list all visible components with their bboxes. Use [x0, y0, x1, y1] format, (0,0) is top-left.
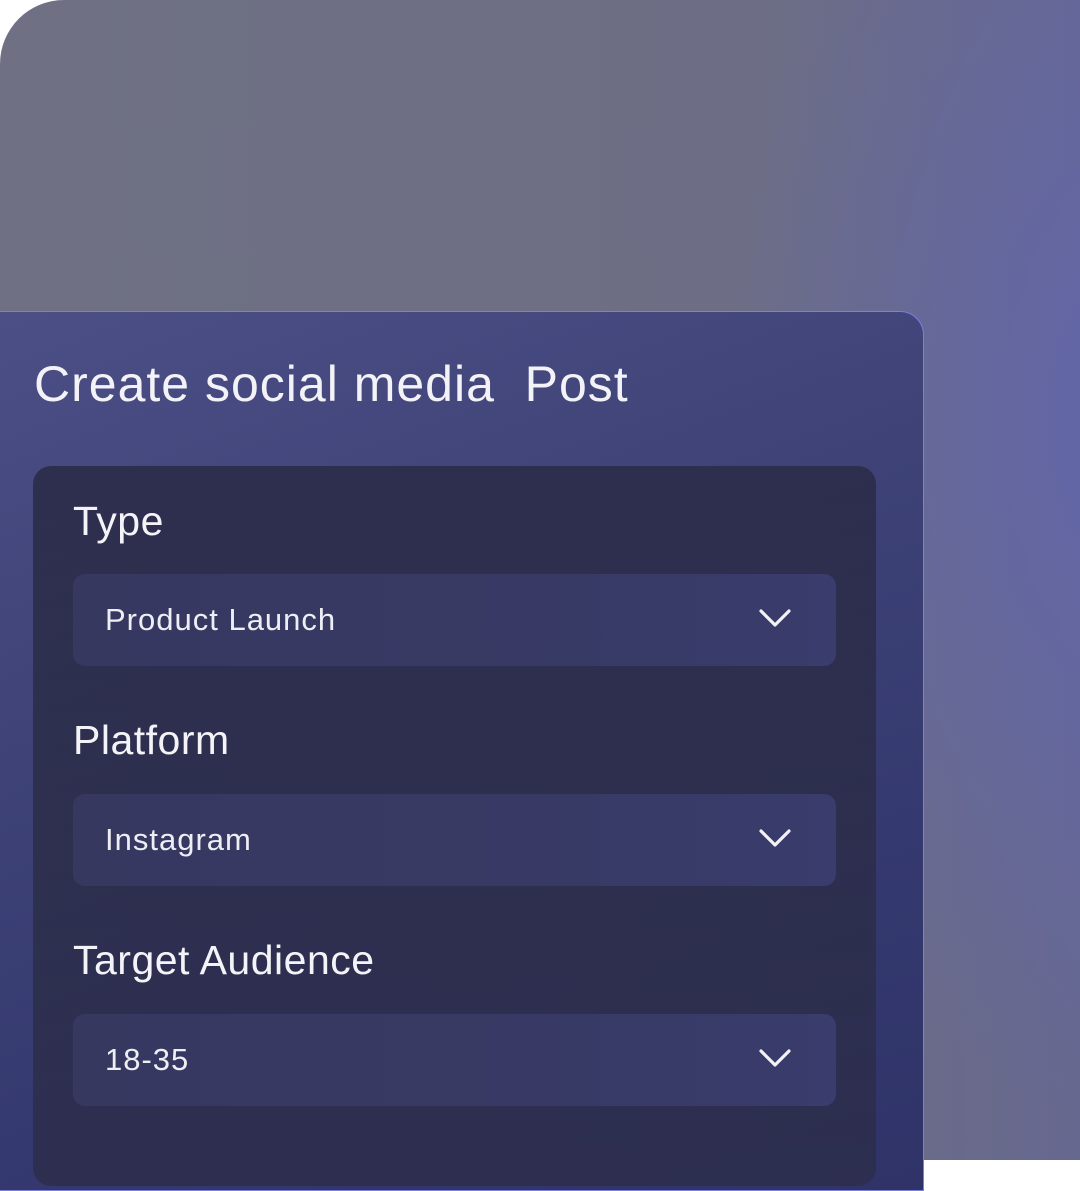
- target-audience-label: Target Audience: [73, 937, 375, 983]
- target-audience-select-value: 18-35: [105, 1042, 190, 1077]
- type-label: Type: [73, 498, 164, 544]
- platform-select[interactable]: Instagram: [73, 794, 836, 886]
- target-audience-select[interactable]: 18-35: [73, 1014, 836, 1106]
- type-select-value: Product Launch: [105, 602, 337, 637]
- chevron-down-icon: [759, 829, 791, 847]
- page-title: Create social media Post: [34, 356, 629, 412]
- type-select[interactable]: Product Launch: [73, 574, 836, 666]
- platform-label: Platform: [73, 717, 230, 763]
- chevron-down-icon: [759, 1049, 791, 1067]
- chevron-down-icon: [759, 609, 791, 627]
- platform-select-value: Instagram: [105, 822, 252, 857]
